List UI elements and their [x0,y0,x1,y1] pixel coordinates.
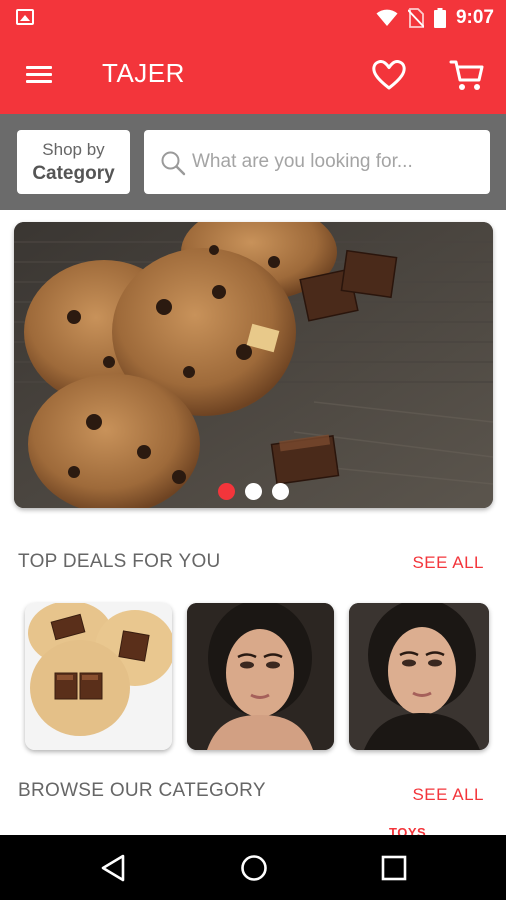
search-icon [161,151,186,176]
shop-by-label: Shop by [42,140,105,159]
search-input[interactable] [192,144,477,180]
heart-icon[interactable] [370,56,408,94]
recents-icon[interactable] [377,851,411,885]
cookies-banner-image [14,222,493,508]
back-icon[interactable] [97,851,131,885]
status-icons: 9:07 [376,6,494,30]
search-band: Shop by Category [0,114,506,210]
browse-category-title: BROWSE OUR CATEGORY [18,780,266,801]
promo-banner[interactable] [14,222,493,508]
portrait-product-image [349,603,489,750]
search-box[interactable] [144,130,490,194]
shop-by-category-button[interactable]: Shop by Category [17,130,130,194]
deal-card[interactable] [187,603,334,750]
top-deals-title: TOP DEALS FOR YOU [18,551,221,572]
app-title: TAJER [102,58,185,88]
navigation-bar [0,835,506,900]
wifi-icon [376,9,398,26]
cart-icon[interactable] [448,56,486,94]
status-bar: 9:07 [0,0,506,36]
browse-category-see-all[interactable]: SEE ALL [412,785,484,805]
deal-card[interactable] [25,603,172,750]
home-icon[interactable] [237,851,271,885]
app-bar: TAJER [0,36,506,114]
category-label: Category [32,163,115,184]
menu-icon[interactable] [24,60,54,90]
deal-card[interactable] [349,603,489,750]
banner-dot-2[interactable] [245,483,262,500]
banner-dot-1[interactable] [218,483,235,500]
banner-pagination [14,483,493,500]
banner-dot-3[interactable] [272,483,289,500]
top-deals-see-all[interactable]: SEE ALL [412,553,484,573]
no-sim-icon [407,8,424,28]
status-time: 9:07 [455,7,494,28]
battery-icon [433,8,446,28]
portrait-product-image [187,603,334,750]
cookie-product-image [25,603,172,750]
image-notification-icon [16,9,34,25]
